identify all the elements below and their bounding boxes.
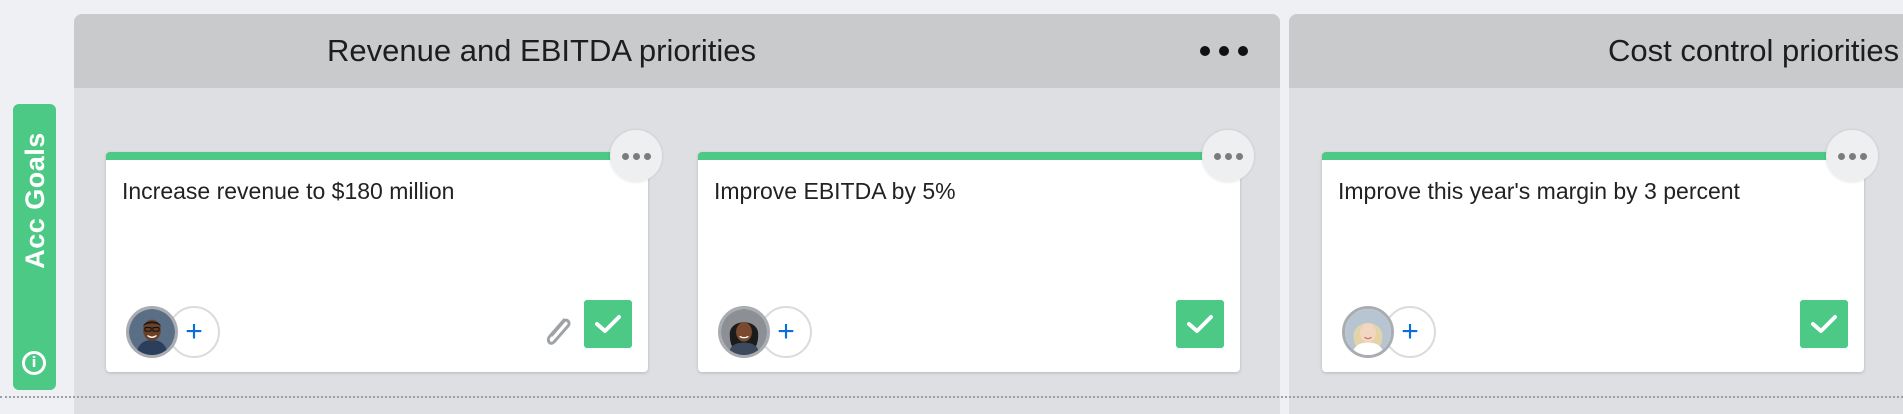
column-header: Revenue and EBITDA priorities — [74, 14, 1280, 88]
card-more-icon[interactable] — [1826, 130, 1878, 182]
blonde-woman-avatar[interactable] — [1342, 306, 1394, 358]
card-title: Improve EBITDA by 5% — [714, 178, 956, 204]
card-title: Improve this year's margin by 3 percent — [1338, 178, 1740, 204]
column-revenue-ebitda: Revenue and EBITDA priorities Increase r… — [74, 14, 1280, 414]
info-icon[interactable]: i — [22, 351, 46, 375]
goal-card[interactable]: Improve EBITDA by 5% + — [698, 130, 1254, 372]
card-more-icon[interactable] — [610, 130, 662, 182]
swimlane-divider — [0, 396, 1903, 398]
swimlane-label: Acc Goals — [19, 131, 50, 269]
card-more-icon[interactable] — [1202, 130, 1254, 182]
check-icon — [1811, 315, 1837, 333]
column-cost-control: Cost control priorities Improve this yea… — [1289, 14, 1903, 414]
more-horizontal-icon[interactable] — [1200, 34, 1248, 68]
goal-card[interactable]: Increase revenue to $180 million + — [106, 130, 662, 372]
paperclip-icon[interactable] — [540, 312, 576, 352]
complete-check-button[interactable] — [1176, 300, 1224, 348]
man-avatar[interactable] — [126, 306, 178, 358]
card-title: Increase revenue to $180 million — [122, 178, 455, 204]
complete-check-button[interactable] — [584, 300, 632, 348]
check-icon — [595, 315, 621, 333]
column-header: Cost control priorities — [1289, 14, 1903, 88]
goal-card[interactable]: Improve this year's margin by 3 percent … — [1322, 130, 1878, 372]
swimlane-label-wrap: Acc Goals — [19, 120, 50, 280]
column-title: Cost control priorities — [1608, 33, 1900, 68]
check-icon — [1187, 315, 1213, 333]
column-title: Revenue and EBITDA priorities — [327, 33, 757, 68]
kanban-board: Acc Goals i Revenue and EBITDA prioritie… — [0, 0, 1903, 414]
complete-check-button[interactable] — [1800, 300, 1848, 348]
woman-avatar[interactable] — [718, 306, 770, 358]
